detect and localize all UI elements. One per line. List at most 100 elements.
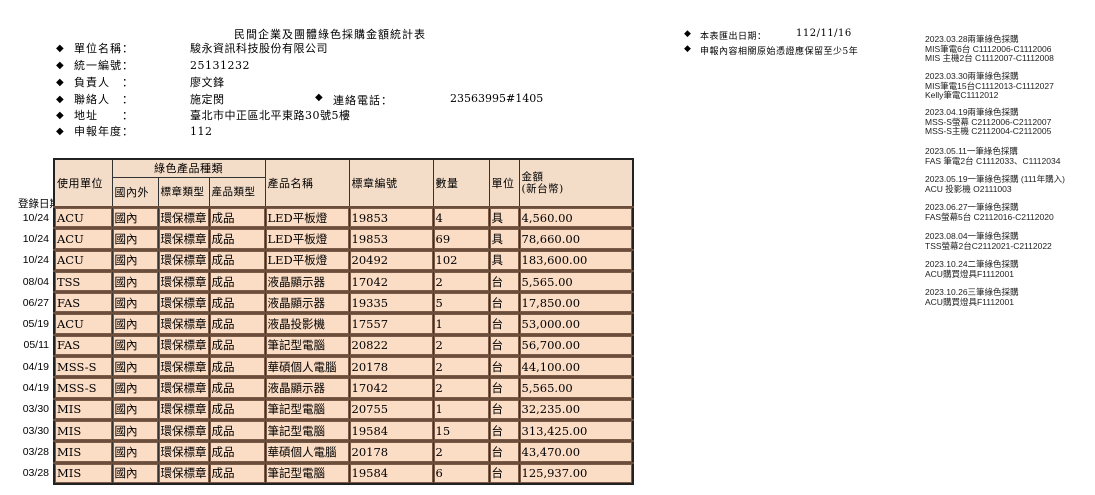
reg-date-value: 03/28 <box>22 445 49 458</box>
cell-qty: 2 <box>432 440 490 464</box>
cell-uom: 台 <box>488 355 520 378</box>
cell-qty: 2 <box>432 333 490 357</box>
table-row: FAS 國內 環保標章 成品 液晶顯示器 19335 5 台 17,850.00 <box>53 291 634 314</box>
cell-label-no: 20178 <box>348 440 434 464</box>
cell-product-type: 成品 <box>208 397 266 421</box>
cell-domestic: 國內 <box>111 333 159 357</box>
cell-qty: 1 <box>432 397 490 421</box>
side-note-line: FAS 筆電2台 C1112033、C1112034 <box>925 155 1061 166</box>
table-row: TSS 國內 環保標章 成品 液晶顯示器 17042 2 台 5,565.00 <box>53 269 634 293</box>
reg-date-value: 10/24 <box>22 211 49 224</box>
col-header-domestic: 國內外 <box>111 176 159 208</box>
cell-domestic: 國內 <box>111 440 159 464</box>
col-header-label-no: 標章編號 <box>348 158 434 208</box>
cell-unit: ACU <box>53 248 113 272</box>
table-row: MIS 國內 環保標章 成品 筆記型電腦 20755 1 台 32,235.00 <box>53 397 634 421</box>
cell-qty: 102 <box>432 248 490 272</box>
side-note-line: Kelly筆電C1112012 <box>925 90 999 100</box>
cell-domestic: 國內 <box>111 418 159 442</box>
cell-product-type: 成品 <box>208 312 266 336</box>
cell-uom: 台 <box>488 397 520 421</box>
reg-date-value: 03/30 <box>22 424 49 437</box>
cell-unit: MIS <box>53 461 113 485</box>
cell-label-type: 環保標章 <box>157 440 210 464</box>
cell-product-type: 成品 <box>208 333 266 357</box>
cell-amount: 44,100.00 <box>518 355 634 378</box>
cell-product-type: 成品 <box>208 418 266 442</box>
cell-uom: 台 <box>488 376 520 400</box>
cell-label-type: 環保標章 <box>157 248 210 272</box>
cell-product-name: 液晶顯示器 <box>264 269 350 293</box>
cell-amount: 17,850.00 <box>518 291 634 314</box>
contact-label: 聯絡人 ： <box>74 93 134 106</box>
cell-label-type: 環保標章 <box>157 205 210 229</box>
cell-amount: 78,660.00 <box>518 227 634 251</box>
cell-qty: 5 <box>432 291 490 314</box>
cell-unit: ACU <box>53 227 113 251</box>
reg-date-value: 10/24 <box>22 232 49 245</box>
cell-unit: ACU <box>53 205 113 229</box>
col-header-product-name: 產品名稱 <box>264 158 350 208</box>
cell-unit: FAS <box>53 333 113 357</box>
cell-qty: 6 <box>432 461 490 485</box>
cell-label-type: 環保標章 <box>157 333 210 357</box>
cell-product-name: LED平板燈 <box>264 227 350 251</box>
col-header-label-type: 標章類型 <box>157 176 210 208</box>
cell-qty: 1 <box>432 312 490 336</box>
diamond-icon: ◆ <box>56 60 64 71</box>
cell-amount: 5,565.00 <box>518 269 634 293</box>
cell-product-name: LED平板燈 <box>264 248 350 272</box>
address-label: 地址 ： <box>74 109 134 122</box>
report-year-label: 申報年度： <box>74 125 134 138</box>
col-header-uom: 單位 <box>488 158 520 208</box>
tax-id-value: 25131232 <box>190 59 250 72</box>
report-year-value: 112 <box>190 125 213 138</box>
diamond-icon: ◆ <box>684 29 691 39</box>
cell-label-no: 17042 <box>348 376 434 400</box>
cell-unit: FAS <box>53 291 113 314</box>
side-note: 2023.06.27一筆綠色採購 FAS螢幕5台 C2112016-C21120… <box>925 202 1054 222</box>
owner-label: 負責人 ： <box>74 76 134 89</box>
cell-product-name: 筆記型電腦 <box>264 333 350 357</box>
cell-qty: 69 <box>432 227 490 251</box>
cell-product-type: 成品 <box>208 291 266 314</box>
cell-unit: ACU <box>53 312 113 336</box>
cell-label-type: 環保標章 <box>157 376 210 400</box>
cell-label-type: 環保標章 <box>157 227 210 251</box>
cell-product-type: 成品 <box>208 355 266 378</box>
cell-label-no: 19853 <box>348 205 434 229</box>
cell-domestic: 國內 <box>111 227 159 251</box>
side-note-line: ACU購買燈具F1112001 <box>925 296 1014 307</box>
table-row: ACU 國內 環保標章 成品 液晶投影機 17557 1 台 53,000.00 <box>53 312 634 336</box>
cell-uom: 具 <box>488 248 520 272</box>
cell-amount: 32,235.00 <box>518 397 634 421</box>
cell-qty: 2 <box>432 269 490 293</box>
purchase-table: 使用單位 綠色產品種類 產品名稱 標章編號 數量 單位 金額 (新台幣) 國內外… <box>53 158 634 485</box>
cell-product-name: 液晶顯示器 <box>264 376 350 400</box>
cell-label-no: 19335 <box>348 291 434 314</box>
cell-label-no: 20755 <box>348 397 434 421</box>
reg-date-value: 05/19 <box>22 318 49 331</box>
retention-note: 申報內容相關原始憑證應保留至少5年 <box>700 47 859 57</box>
diamond-icon: ◆ <box>56 126 64 137</box>
cell-uom: 台 <box>488 440 520 464</box>
cell-label-no: 19584 <box>348 461 434 485</box>
table-row: ACU 國內 環保標章 成品 LED平板燈 19853 69 具 78,660.00 <box>53 227 634 251</box>
diamond-icon: ◆ <box>684 44 691 54</box>
cell-qty: 4 <box>432 205 490 229</box>
cell-product-name: 液晶顯示器 <box>264 291 350 314</box>
cell-product-name: 液晶投影機 <box>264 312 350 336</box>
cell-product-type: 成品 <box>208 440 266 464</box>
table-row: MIS 國內 環保標章 成品 筆記型電腦 19584 15 台 313,425.00 <box>53 418 634 442</box>
side-note-line: ACU購買燈具F1112001 <box>925 268 1014 279</box>
contact-value: 施定閔 <box>190 93 225 106</box>
cell-uom: 台 <box>488 269 520 293</box>
table-row: ACU 國內 環保標章 成品 LED平板燈 20492 102 具 183,600.00 <box>53 248 634 272</box>
cell-product-name: 華碩個人電腦 <box>264 355 350 378</box>
col-header-category-group: 綠色產品種類 <box>111 158 266 178</box>
owner-value: 廖文鋒 <box>190 76 225 89</box>
cell-amount: 313,425.00 <box>518 418 634 442</box>
cell-product-name: LED平板燈 <box>264 205 350 229</box>
cell-product-type: 成品 <box>208 376 266 400</box>
table-row: MSS-S 國內 環保標章 成品 液晶顯示器 17042 2 台 5,565.00 <box>53 376 634 400</box>
